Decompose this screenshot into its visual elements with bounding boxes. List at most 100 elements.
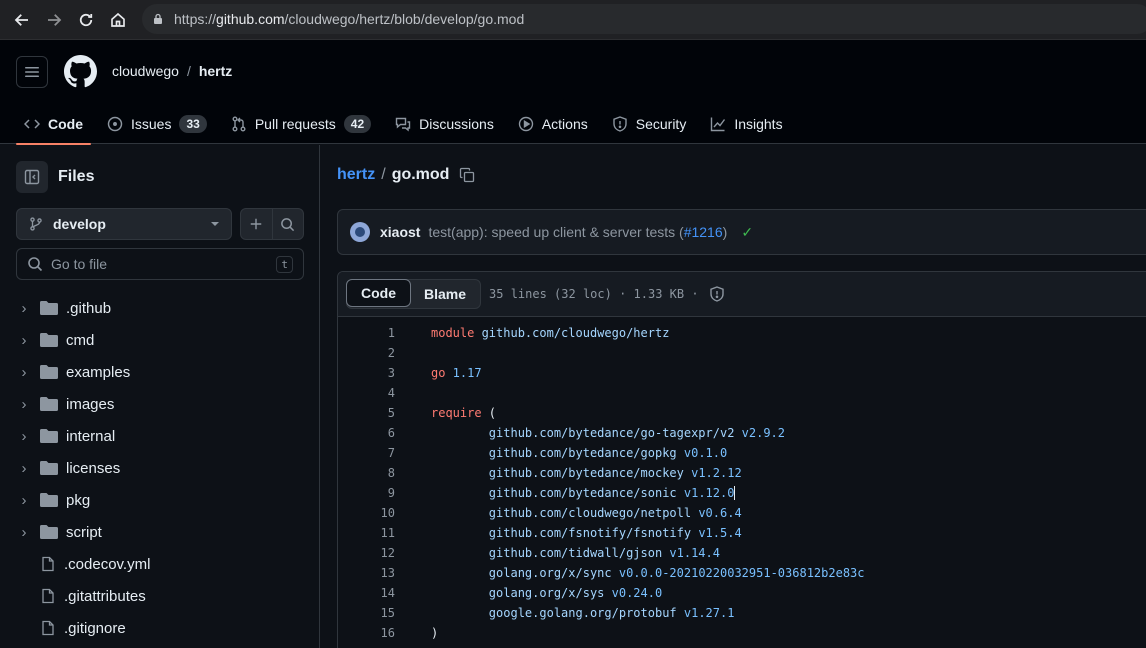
shield-icon bbox=[613, 116, 627, 132]
menu-button[interactable] bbox=[16, 56, 48, 88]
forward-button[interactable] bbox=[38, 4, 70, 36]
line-number[interactable]: 14 bbox=[338, 586, 395, 600]
line-number[interactable]: 15 bbox=[338, 606, 395, 620]
tree-item-gitattributes[interactable]: .gitattributes bbox=[16, 580, 304, 612]
line-number[interactable]: 7 bbox=[338, 446, 395, 460]
line-content: require ( bbox=[431, 406, 497, 420]
go-to-file-field[interactable]: t bbox=[16, 248, 304, 280]
line-number[interactable]: 2 bbox=[338, 346, 395, 360]
tab-actions[interactable]: Actions bbox=[510, 104, 596, 144]
tab-pull-requests-label: Pull requests bbox=[254, 116, 336, 132]
avatar[interactable] bbox=[350, 222, 370, 242]
line-number[interactable]: 1 bbox=[338, 326, 395, 340]
file-tree: › .github › cmd › examples › images › in… bbox=[16, 292, 304, 644]
tab-insights[interactable]: Insights bbox=[702, 104, 790, 144]
code-line: 12 github.com/tidwall/gjson v1.14.4 bbox=[338, 543, 1146, 563]
branch-name: develop bbox=[53, 216, 106, 232]
code-viewer: Code Blame 35 lines (32 loc) · 1.33 KB ·… bbox=[337, 271, 1146, 648]
issues-count-badge: 33 bbox=[179, 115, 207, 133]
github-logo-icon[interactable] bbox=[64, 55, 97, 88]
code-line: 10 github.com/cloudwego/netpoll v0.6.4 bbox=[338, 503, 1146, 523]
line-number[interactable]: 10 bbox=[338, 506, 395, 520]
home-icon bbox=[111, 12, 125, 27]
repo-nav-tabs: Code Issues 33 Pull requests 42 Discussi… bbox=[16, 104, 799, 145]
repo-root-link[interactable]: hertz bbox=[337, 166, 375, 184]
code-view-button[interactable]: Code bbox=[346, 279, 411, 307]
chevron-right-icon: › bbox=[21, 395, 27, 413]
line-number[interactable]: 3 bbox=[338, 366, 395, 380]
reload-button[interactable] bbox=[70, 4, 102, 36]
line-content: golang.org/x/sys v0.24.0 bbox=[431, 586, 663, 600]
folder-icon bbox=[40, 429, 58, 443]
folder-icon bbox=[40, 493, 58, 507]
copy-icon[interactable] bbox=[459, 167, 475, 183]
line-number[interactable]: 5 bbox=[338, 406, 395, 420]
tab-issues[interactable]: Issues 33 bbox=[99, 104, 215, 144]
shield-icon[interactable] bbox=[709, 286, 725, 302]
lock-icon bbox=[154, 13, 162, 24]
tree-item-github[interactable]: › .github bbox=[16, 292, 304, 324]
tree-item-pkg[interactable]: › pkg bbox=[16, 484, 304, 516]
go-to-file-input[interactable] bbox=[51, 256, 277, 272]
tab-pull-requests[interactable]: Pull requests 42 bbox=[223, 104, 379, 144]
line-number[interactable]: 9 bbox=[338, 486, 395, 500]
code-line: 9 github.com/bytedance/sonic v1.12.0 bbox=[338, 483, 1146, 503]
pr-link[interactable]: #1216 bbox=[684, 224, 723, 240]
line-number[interactable]: 12 bbox=[338, 546, 395, 560]
repo-header: cloudwego / hertz Code Issues 33 Pull re… bbox=[0, 40, 1146, 145]
tab-security[interactable]: Security bbox=[604, 104, 695, 144]
tree-item-label: .gitattributes bbox=[64, 587, 146, 605]
line-content: golang.org/x/sync v0.0.0-20210220032951-… bbox=[431, 566, 865, 580]
plus-icon bbox=[251, 218, 262, 230]
tree-item-label: .codecov.yml bbox=[64, 555, 151, 573]
add-file-button[interactable] bbox=[241, 209, 272, 239]
address-bar[interactable]: https://github.com/cloudwego/hertz/blob/… bbox=[142, 4, 1146, 34]
git-branch-icon bbox=[30, 217, 42, 231]
tree-item-codecov[interactable]: .codecov.yml bbox=[16, 548, 304, 580]
repo-link[interactable]: hertz bbox=[199, 63, 232, 79]
tree-item-script[interactable]: › script bbox=[16, 516, 304, 548]
tree-item-images[interactable]: › images bbox=[16, 388, 304, 420]
tree-item-licenses[interactable]: › licenses bbox=[16, 452, 304, 484]
line-content: github.com/bytedance/mockey v1.2.12 bbox=[431, 466, 742, 480]
line-number[interactable]: 16 bbox=[338, 626, 395, 640]
code-line: 11 github.com/fsnotify/fsnotify v1.5.4 bbox=[338, 523, 1146, 543]
blame-view-button[interactable]: Blame bbox=[410, 280, 480, 308]
file-tree-sidebar: Files develop t › .github › cmd › bbox=[0, 145, 320, 648]
code-toolbar: Code Blame 35 lines (32 loc) · 1.33 KB · bbox=[338, 272, 1146, 317]
owner-link[interactable]: cloudwego bbox=[112, 63, 179, 79]
chevron-right-icon: › bbox=[21, 363, 27, 381]
tab-code[interactable]: Code bbox=[16, 104, 91, 145]
line-number[interactable]: 8 bbox=[338, 466, 395, 480]
search-files-button[interactable] bbox=[271, 209, 304, 239]
check-icon[interactable]: ✓ bbox=[741, 224, 753, 241]
file-name: go.mod bbox=[391, 166, 450, 183]
line-number[interactable]: 4 bbox=[338, 386, 395, 400]
tree-item-label: script bbox=[66, 523, 102, 541]
back-button[interactable] bbox=[6, 4, 38, 36]
chevron-right-icon: › bbox=[21, 523, 27, 541]
line-number[interactable]: 11 bbox=[338, 526, 395, 540]
code-line: 4 bbox=[338, 383, 1146, 403]
tree-item-label: pkg bbox=[66, 491, 91, 509]
code-line: 1 module github.com/cloudwego/hertz bbox=[338, 323, 1146, 343]
line-number[interactable]: 13 bbox=[338, 566, 395, 580]
tree-item-gitignore[interactable]: .gitignore bbox=[16, 612, 304, 644]
tree-item-label: cmd bbox=[66, 331, 95, 349]
tree-item-examples[interactable]: › examples bbox=[16, 356, 304, 388]
tree-item-label: examples bbox=[66, 363, 131, 381]
home-button[interactable] bbox=[102, 4, 134, 36]
tab-discussions[interactable]: Discussions bbox=[387, 104, 502, 144]
tree-item-internal[interactable]: › internal bbox=[16, 420, 304, 452]
file-icon bbox=[42, 556, 54, 572]
file-icon bbox=[42, 620, 54, 636]
commit-message[interactable]: test(app): speed up client & server test… bbox=[428, 224, 727, 240]
tree-item-cmd[interactable]: › cmd bbox=[16, 324, 304, 356]
branch-selector[interactable]: develop bbox=[16, 208, 232, 240]
collapse-sidebar-button[interactable] bbox=[16, 161, 48, 193]
files-title: Files bbox=[58, 168, 95, 185]
commit-author[interactable]: xiaost bbox=[380, 224, 420, 240]
line-number[interactable]: 6 bbox=[338, 426, 395, 440]
latest-commit: xiaost test(app): speed up client & serv… bbox=[337, 209, 1146, 255]
code-line: 15 google.golang.org/protobuf v1.27.1 bbox=[338, 603, 1146, 623]
